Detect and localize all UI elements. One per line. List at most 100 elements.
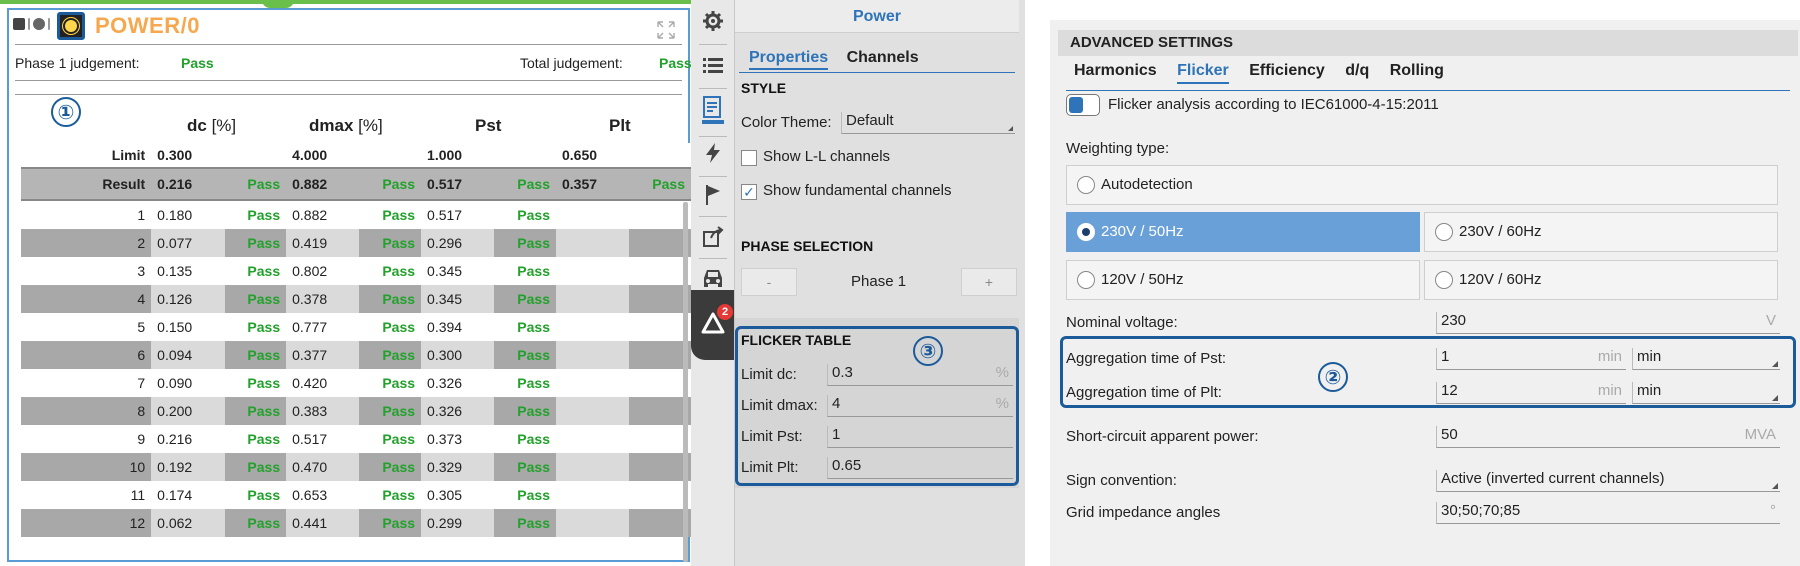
side-toolbar: 2 bbox=[691, 0, 734, 566]
phase-next-button[interactable]: + bbox=[961, 268, 1017, 296]
dc-judgement: Pass bbox=[224, 425, 287, 453]
radio-120v-60hz[interactable]: 120V / 60Hz bbox=[1424, 260, 1778, 300]
pst-judgement: Pass bbox=[494, 509, 556, 537]
flicker-table-header: FLICKER TABLE bbox=[741, 332, 852, 348]
properties-icon[interactable] bbox=[701, 96, 725, 124]
flicker-analysis-label: Flicker analysis according to IEC61000-4… bbox=[1108, 96, 1439, 113]
result-dmax: 0.882 bbox=[286, 167, 360, 201]
dc-judgement: Pass bbox=[224, 341, 287, 369]
sun-icon-button[interactable] bbox=[57, 12, 85, 40]
flicker-analysis-toggle[interactable] bbox=[1066, 94, 1100, 116]
plt-value bbox=[555, 453, 630, 481]
export-icon[interactable] bbox=[701, 226, 725, 250]
pst-judgement: Pass bbox=[494, 257, 556, 285]
result-dc-judgement: Pass bbox=[224, 167, 287, 201]
dmax-judgement: Pass bbox=[359, 509, 422, 537]
dmax-value: 0.777 bbox=[286, 313, 360, 341]
show-ll-checkbox[interactable] bbox=[741, 150, 757, 166]
list-icon[interactable] bbox=[701, 54, 725, 78]
column-name: dc bbox=[187, 116, 207, 135]
separator bbox=[699, 136, 727, 137]
dmax-value: 0.653 bbox=[286, 481, 360, 509]
sign-convention-select[interactable]: Active (inverted current channels) bbox=[1436, 470, 1780, 492]
radio-autodetection[interactable]: Autodetection bbox=[1066, 165, 1778, 205]
color-theme-select[interactable]: Default bbox=[841, 112, 1015, 134]
row-number: 3 bbox=[21, 257, 152, 285]
tab-harmonics[interactable]: Harmonics bbox=[1074, 62, 1157, 80]
grid-impedance-field[interactable]: 30;50;70;85 ° bbox=[1436, 502, 1780, 524]
radio-button bbox=[1435, 223, 1453, 241]
plt-aggregation-field[interactable]: 12 min bbox=[1436, 382, 1626, 404]
dmax-value: 0.378 bbox=[286, 285, 360, 313]
pst-value: 0.296 bbox=[421, 229, 495, 257]
limit-pst-field[interactable]: 1 bbox=[827, 426, 1013, 448]
grid-impedance-label: Grid impedance angles bbox=[1066, 504, 1221, 521]
short-circuit-label: Short-circuit apparent power: bbox=[1066, 428, 1259, 445]
pst-value: 0.345 bbox=[421, 257, 495, 285]
show-fundamental-checkbox[interactable]: ✓ bbox=[741, 184, 757, 200]
dmax-judgement: Pass bbox=[359, 285, 422, 313]
limit-pst-label: Limit Pst: bbox=[741, 428, 803, 445]
dc-judgement: Pass bbox=[224, 397, 287, 425]
dc-judgement: Pass bbox=[224, 313, 287, 341]
expand-icon[interactable] bbox=[656, 20, 676, 40]
phase-prev-button[interactable]: - bbox=[741, 268, 797, 296]
field-unit: % bbox=[995, 364, 1009, 381]
tab-channels[interactable]: Channels bbox=[847, 49, 919, 66]
sign-convention-label: Sign convention: bbox=[1066, 472, 1177, 489]
pst-value: 0.326 bbox=[421, 369, 495, 397]
tab-rolling[interactable]: Rolling bbox=[1390, 62, 1444, 80]
radio-230v-50hz[interactable]: 230V / 50Hz bbox=[1066, 212, 1420, 252]
car-icon[interactable] bbox=[701, 266, 725, 290]
dmax-judgement: Pass bbox=[359, 425, 422, 453]
flag-icon[interactable] bbox=[701, 184, 725, 208]
dmax-value: 0.802 bbox=[286, 257, 360, 285]
dc-judgement: Pass bbox=[224, 257, 287, 285]
field-unit: V bbox=[1765, 312, 1776, 329]
tab-properties[interactable]: Properties bbox=[749, 49, 829, 70]
field-unit: ° bbox=[1770, 502, 1776, 519]
table-scrollbar[interactable] bbox=[683, 202, 688, 562]
widget-drop-tab[interactable] bbox=[262, 0, 294, 8]
nominal-voltage-field[interactable]: 230 V bbox=[1436, 312, 1780, 334]
pst-judgement: Pass bbox=[494, 200, 556, 229]
plt-judgement bbox=[629, 369, 691, 397]
pst-value: 0.373 bbox=[421, 425, 495, 453]
limit-plt-field[interactable]: 0.65 bbox=[827, 457, 1013, 479]
table-row: 8 0.200 Pass 0.383 Pass 0.326 Pass bbox=[21, 397, 691, 425]
pst-unit-select[interactable]: min bbox=[1632, 348, 1780, 370]
limit-dc-field[interactable]: 0.3% bbox=[827, 364, 1013, 386]
result-dmax-judgement: Pass bbox=[359, 167, 422, 201]
tab-dq[interactable]: d/q bbox=[1345, 62, 1369, 80]
tab-efficiency[interactable]: Efficiency bbox=[1249, 62, 1325, 80]
divider bbox=[15, 94, 682, 95]
advanced-tabs: Harmonics Flicker Efficiency d/q Rolling bbox=[1074, 62, 1460, 84]
plt-value bbox=[555, 313, 630, 341]
divider bbox=[15, 80, 682, 81]
short-circuit-field[interactable]: 50 MVA bbox=[1436, 426, 1780, 448]
pst-aggregation-field[interactable]: 1 min bbox=[1436, 348, 1626, 370]
dmax-value: 0.420 bbox=[286, 369, 360, 397]
radio-120v-50hz[interactable]: 120V / 50Hz bbox=[1066, 260, 1420, 300]
separator bbox=[28, 18, 30, 30]
dc-value: 0.090 bbox=[151, 369, 225, 397]
dmax-value: 0.517 bbox=[286, 425, 360, 453]
dmax-value: 0.419 bbox=[286, 229, 360, 257]
limit-pst: 1.000 bbox=[421, 143, 495, 168]
lightning-icon[interactable] bbox=[701, 142, 725, 166]
plt-value bbox=[555, 257, 630, 285]
tab-flicker[interactable]: Flicker bbox=[1177, 62, 1229, 84]
column-header-plt: Plt bbox=[609, 116, 631, 135]
plt-unit-select[interactable]: min bbox=[1632, 382, 1780, 404]
radio-230v-60hz[interactable]: 230V / 60Hz bbox=[1424, 212, 1778, 252]
stop-icon[interactable] bbox=[13, 18, 25, 30]
dc-value: 0.126 bbox=[151, 285, 225, 313]
table-row: 12 0.062 Pass 0.441 Pass 0.299 Pass bbox=[21, 509, 691, 537]
gear-icon[interactable] bbox=[701, 10, 725, 34]
record-icon[interactable] bbox=[33, 18, 45, 30]
limit-dmax-field[interactable]: 4% bbox=[827, 395, 1013, 417]
dc-value: 0.174 bbox=[151, 481, 225, 509]
field-unit: min bbox=[1597, 382, 1622, 399]
row-number: 4 bbox=[21, 285, 152, 313]
dmax-judgement: Pass bbox=[359, 369, 422, 397]
